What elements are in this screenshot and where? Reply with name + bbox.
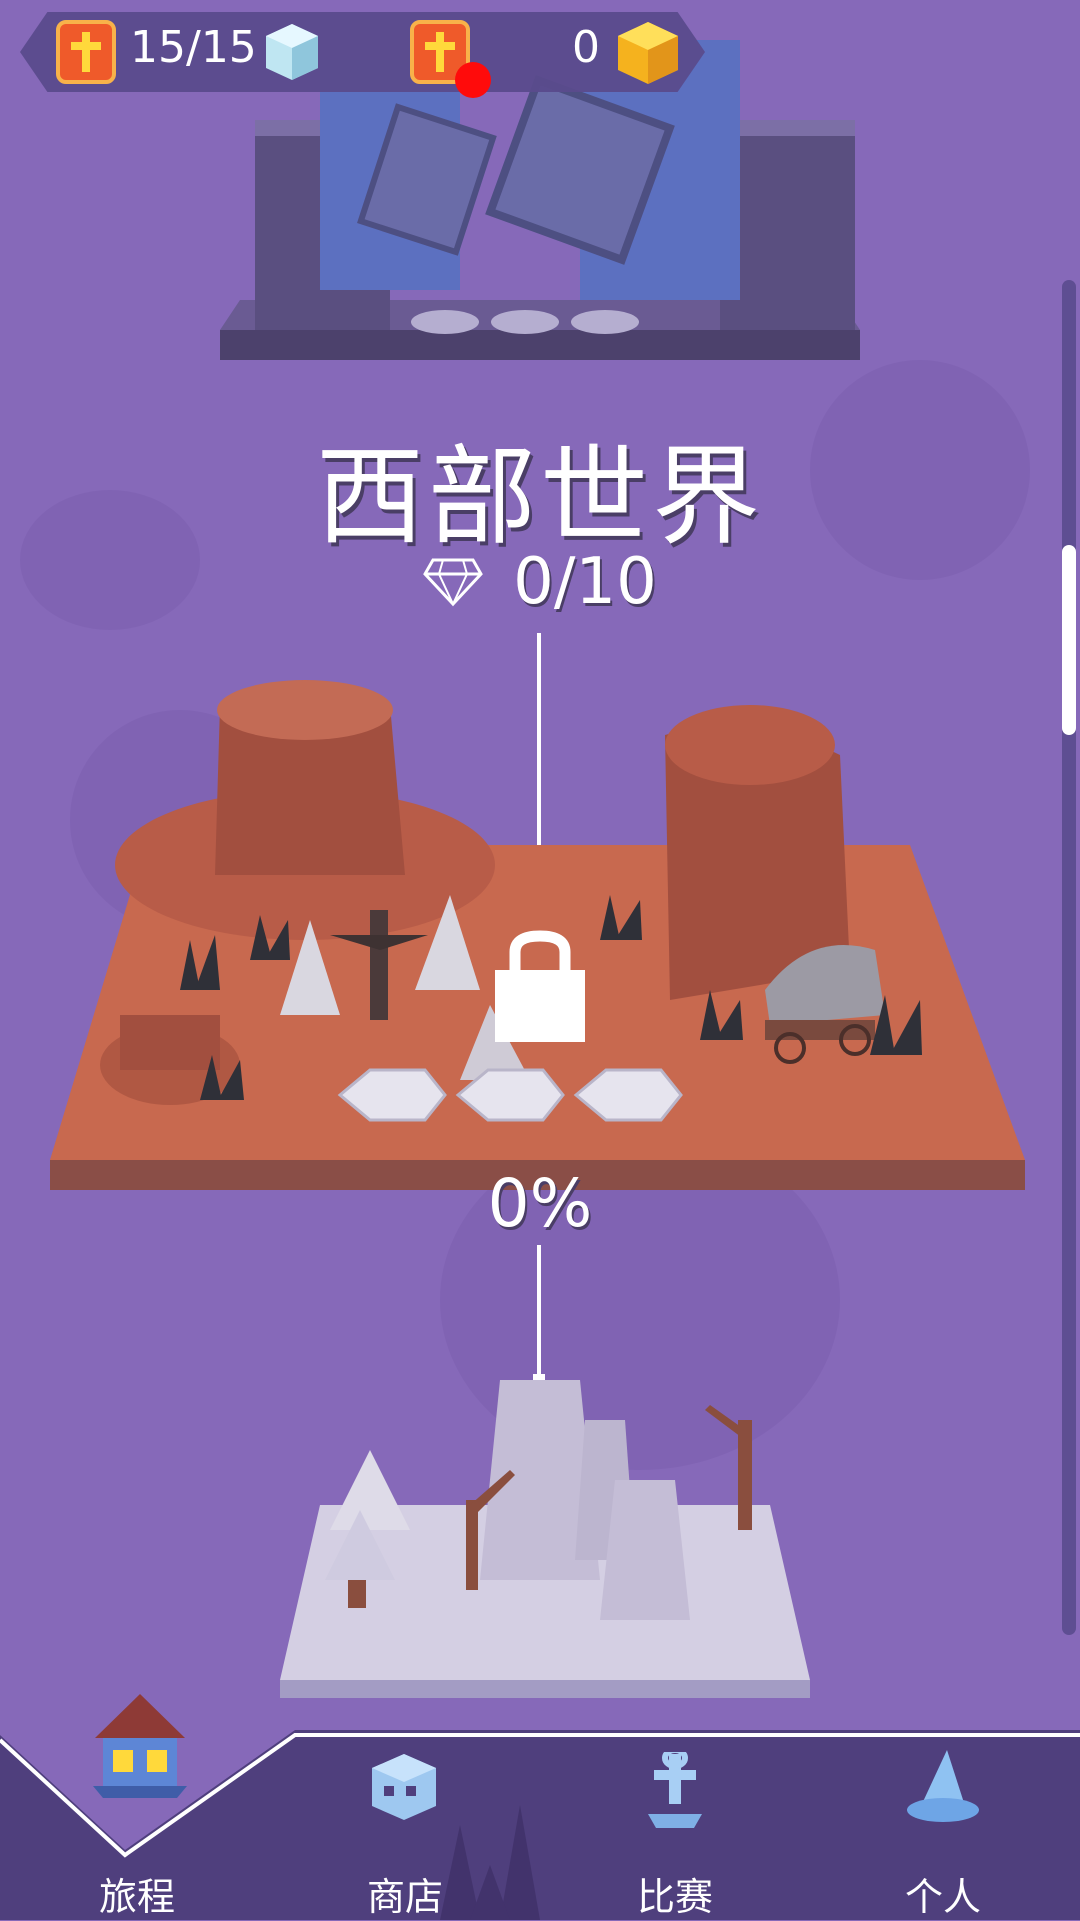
scroll-thumb[interactable] bbox=[1062, 545, 1076, 735]
house-icon[interactable] bbox=[85, 1690, 195, 1800]
gold-cube-icon[interactable] bbox=[612, 18, 684, 88]
ankh-trophy-icon[interactable] bbox=[640, 1752, 710, 1832]
lives-counter: 15/15 bbox=[130, 22, 257, 73]
nav-shop[interactable]: 商店 bbox=[305, 1866, 505, 1921]
vertical-scrollbar[interactable] bbox=[1062, 280, 1076, 1635]
world-title: 西部世界 bbox=[315, 435, 764, 560]
notification-dot bbox=[455, 62, 491, 98]
resource-bar bbox=[20, 12, 705, 92]
skull-cube-icon[interactable] bbox=[368, 1750, 440, 1830]
gem-progress: 0/10 bbox=[0, 545, 1080, 619]
connector-line-bottom bbox=[537, 1245, 541, 1380]
wizard-hat-icon[interactable] bbox=[905, 1748, 981, 1828]
coin-counter: 0 bbox=[572, 22, 600, 73]
nav-competition[interactable]: 比赛 bbox=[575, 1866, 775, 1921]
ice-cube-icon bbox=[266, 24, 318, 80]
next-world-island[interactable] bbox=[270, 1380, 810, 1700]
diamond-icon bbox=[423, 558, 483, 607]
gem-count: 0/10 bbox=[513, 545, 657, 619]
lock-icon[interactable] bbox=[490, 930, 590, 1045]
nav-profile[interactable]: 个人 bbox=[843, 1866, 1043, 1921]
world-progress-percent: 0% bbox=[487, 1165, 593, 1242]
lives-ankh-icon[interactable] bbox=[56, 20, 116, 84]
nav-journey[interactable]: 旅程 bbox=[37, 1866, 237, 1921]
